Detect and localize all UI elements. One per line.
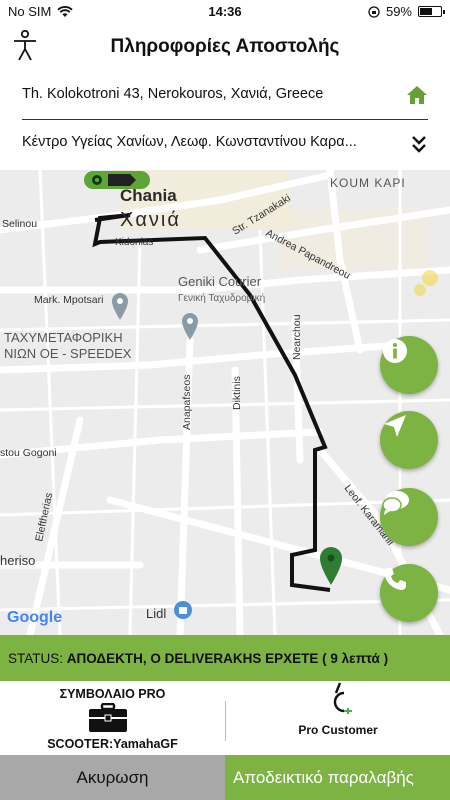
status-bar: No SIM 14:36 59% [0, 0, 450, 22]
shopping-poi-icon [174, 601, 192, 619]
pro-customer-logo-icon [333, 682, 352, 714]
battery-icon [418, 6, 445, 17]
map-label-city-en: Chania [120, 186, 177, 205]
map-label-lidl: Lidl [146, 606, 166, 621]
customer-info: Pro Customer [226, 681, 450, 755]
map-label-gogoni: stou Gogoni [0, 447, 57, 459]
info-button[interactable] [380, 336, 438, 394]
navigate-button[interactable] [380, 411, 438, 469]
receipt-button[interactable]: Αποδεικτικό παραλαβής [225, 755, 450, 800]
vehicle-label: SCOOTER:YamahaGF [47, 737, 178, 751]
info-icon [383, 339, 407, 363]
customer-label: Pro Customer [298, 723, 378, 737]
battery-percent: 59% [385, 4, 412, 19]
header: Πληροφορίες Αποστολής [0, 22, 450, 72]
orientation-lock-icon [368, 5, 380, 18]
page-title: Πληροφορίες Αποστολής [110, 36, 340, 57]
dropoff-address: Κέντρο Υγείας Χανίων, Λεωφ. Κωνσταντίνου… [22, 134, 357, 150]
status-text: ΑΠΟΔΕΚΤΗ, Ο DELIVERAKHS ΕΡΧΕΤΕ ( 9 λεπτά… [66, 651, 389, 666]
map-view[interactable]: Chania Χανιά KOUM KAPI Selinou Kidonias … [0, 170, 450, 635]
map-label-geniki-gr: Γενική Ταχυδρομική [178, 292, 265, 304]
home-icon[interactable] [406, 84, 428, 106]
map-label-nearchou: Nearchou [291, 314, 303, 360]
map-label-heriso: heriso [0, 553, 35, 568]
chat-button[interactable] [380, 488, 438, 546]
map-label-selinou: Selinou [2, 218, 37, 230]
map-label-speedex-2: ΝΙΩΝ ΟΕ - SPEEDEX [4, 346, 132, 361]
status-prefix: STATUS: [8, 651, 64, 666]
dropoff-address-row[interactable]: Κέντρο Υγείας Χανίων, Λεωφ. Κωνσταντίνου… [0, 120, 450, 170]
map-label-speedex-1: ΤΑΧΥΜΕΤΑΦΟΡΙΚΗ [4, 330, 123, 345]
map-label-kidonias: Kidonias [115, 237, 153, 248]
briefcase-icon [89, 703, 127, 732]
contract-label: ΣΥΜΒΟΛΑΙΟ PRO [59, 687, 166, 701]
cancel-button[interactable]: Ακυρωση [0, 755, 225, 800]
phone-icon [384, 568, 406, 590]
pickup-address: Th. Kolokotroni 43, Nerokouros, Χανιά, G… [22, 86, 324, 102]
double-chevron-down-icon[interactable] [410, 134, 428, 154]
call-button[interactable] [380, 564, 438, 622]
map-label-geniki-en: Geniki Courier [178, 274, 262, 289]
pickup-address-row[interactable]: Th. Kolokotroni 43, Nerokouros, Χανιά, G… [0, 72, 450, 120]
map-label-diktinis: Diktinis [231, 376, 243, 410]
google-logo: Google [7, 609, 62, 626]
chat-bubbles-icon [382, 491, 409, 515]
map-label-mpotsari: Mark. Mpotsari [34, 294, 103, 306]
map-label-city-gr: Χανιά [120, 209, 181, 231]
contract-info: ΣΥΜΒΟΛΑΙΟ PRO SCOOTER:YamahaGF [0, 681, 225, 755]
navigation-arrow-icon [384, 415, 406, 437]
delivery-info-row: ΣΥΜΒΟΛΑΙΟ PRO SCOOTER:YamahaGF Pro Custo… [0, 681, 450, 755]
map-label-koum-kapi: KOUM KAPI [330, 176, 406, 190]
map-label-anapafseos: Anapafseos [181, 375, 193, 430]
delivery-status-banner: STATUS: ΑΠΟΔΕΚΤΗ, Ο DELIVERAKHS ΕΡΧΕΤΕ (… [0, 635, 450, 691]
